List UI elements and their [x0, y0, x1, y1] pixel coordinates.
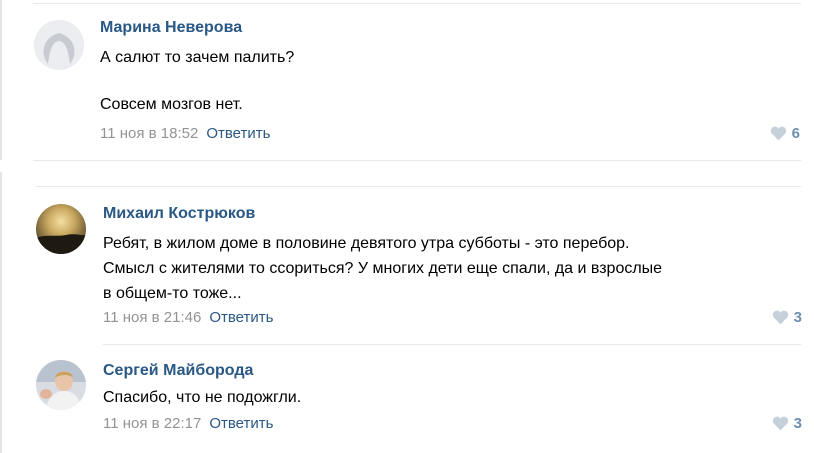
comment-meta: 11 ноя в 22:17 Ответить [103, 415, 273, 432]
author-name[interactable]: Сергей Майборода [103, 362, 253, 380]
photo-avatar-icon [36, 360, 86, 410]
comment-text-line: Смысл с жителями то ссориться? У многих … [103, 260, 663, 277]
like-button[interactable]: 3 [772, 309, 802, 326]
heart-icon [772, 310, 788, 325]
sunset-avatar-icon [36, 204, 86, 254]
comment-date[interactable]: 11 ноя в 22:17 [103, 415, 201, 432]
heart-icon [770, 126, 786, 141]
like-count: 3 [793, 309, 802, 326]
comment-date[interactable]: 11 ноя в 18:52 [100, 125, 198, 142]
heart-icon [772, 416, 788, 431]
comment-date[interactable]: 11 ноя в 21:46 [103, 309, 201, 326]
like-count: 3 [793, 415, 802, 432]
default-avatar-icon [34, 20, 84, 70]
comment-text-line: Ребят, в жилом доме в половине девятого … [103, 235, 630, 252]
comment-text-line: Спасибо, что не подожгли. [103, 389, 302, 406]
comment: Сергей Майборода Спасибо, что не подожгл… [0, 344, 814, 453]
comment-meta: 11 ноя в 21:46 Ответить [103, 309, 273, 326]
comment-text-line: Совсем мозгов нет. [100, 96, 243, 113]
comment-meta: 11 ноя в 18:52 Ответить [100, 125, 270, 142]
avatar[interactable] [36, 360, 86, 410]
avatar[interactable] [36, 204, 86, 254]
like-button[interactable]: 3 [772, 415, 802, 432]
author-name[interactable]: Михаил Кострюков [103, 205, 255, 223]
divider [33, 160, 801, 161]
reply-button[interactable]: Ответить [209, 415, 273, 432]
comment: Марина Неверова А салют то зачем палить?… [0, 0, 814, 160]
like-count: 6 [791, 125, 800, 142]
reply-button[interactable]: Ответить [206, 125, 270, 142]
comment-text-line: в общем-то тоже... [103, 285, 242, 302]
comment: Михаил Кострюков Ребят, в жилом доме в п… [0, 186, 814, 344]
comment-text-line: А салют то зачем палить? [100, 49, 295, 66]
avatar[interactable] [34, 20, 84, 70]
author-name[interactable]: Марина Неверова [100, 19, 242, 37]
like-button[interactable]: 6 [770, 125, 800, 142]
reply-button[interactable]: Ответить [209, 309, 273, 326]
